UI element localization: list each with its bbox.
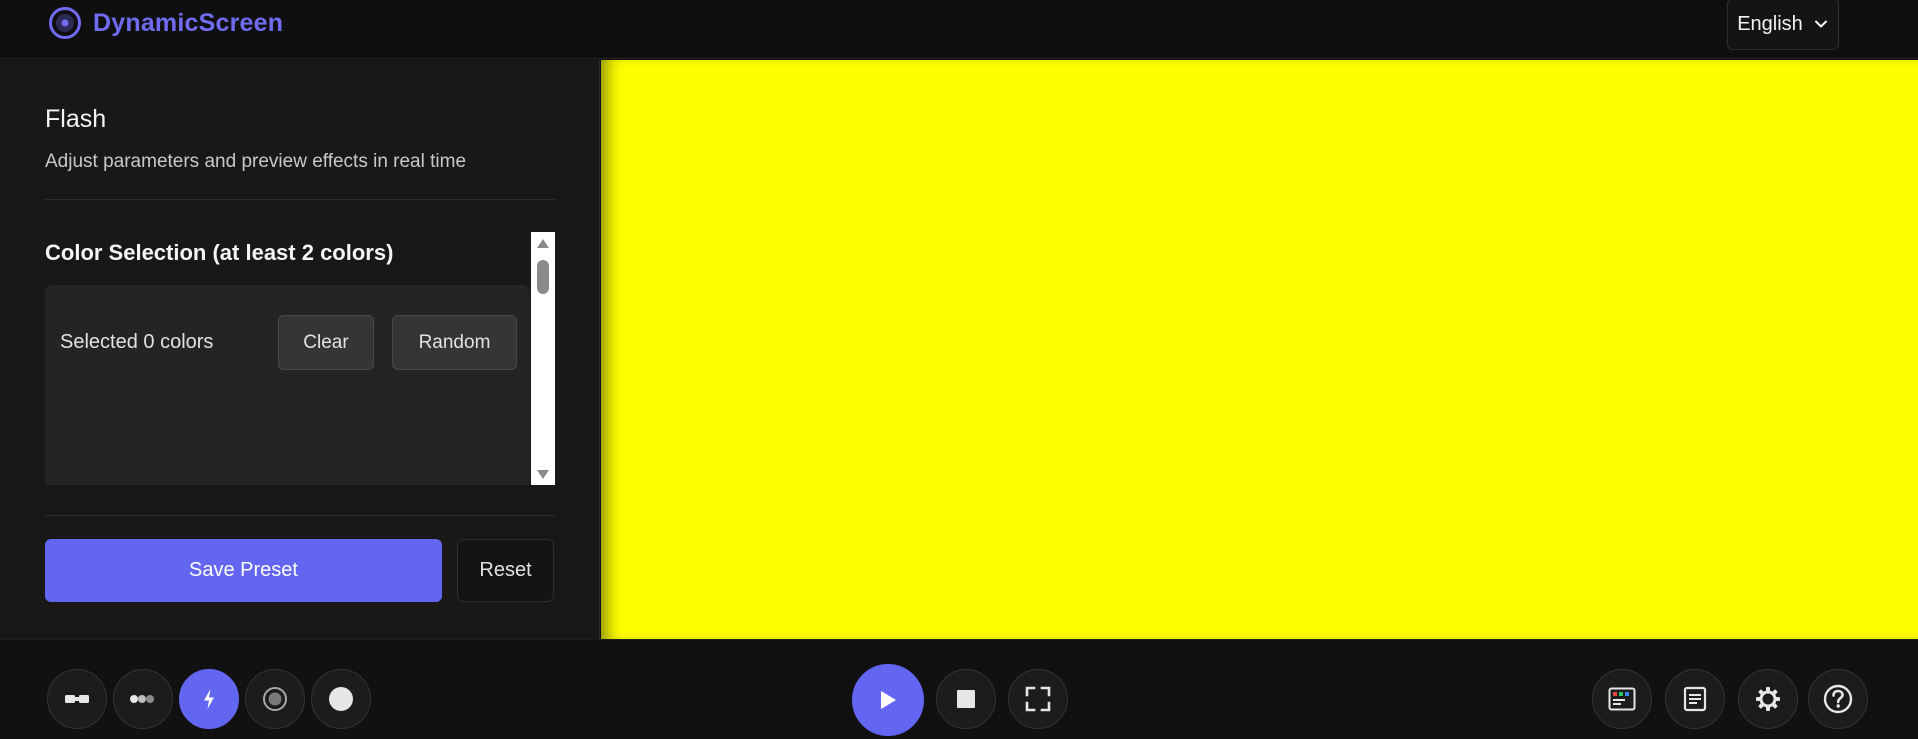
settings-panel: Flash Adjust parameters and preview effe… [0,60,600,639]
section-title: Color Selection (at least 2 colors) [45,240,394,265]
fullscreen-icon [1025,686,1051,712]
panel-title: Flash [45,105,107,133]
app-window: DynamicScreen English Flash Adjust param… [0,0,1918,739]
logo-icon [49,7,81,39]
preview-area[interactable] [601,60,1918,639]
palette-window-icon [1608,687,1636,711]
random-button[interactable]: Random [392,315,517,370]
flash-icon [204,689,214,709]
bottom-toolbar [0,639,1918,739]
language-select[interactable]: English [1727,0,1839,50]
header: DynamicScreen English [0,0,1918,59]
play-button[interactable] [852,664,924,736]
save-preset-button[interactable]: Save Preset [45,539,442,602]
color-selection-box: Selected 0 colors Clear Random [45,285,530,485]
scroll-thumb[interactable] [537,260,549,294]
play-icon [881,691,896,709]
divider [45,199,555,200]
selected-count: Selected 0 colors [60,331,214,353]
circle-icon [329,687,353,711]
mode-circle-button[interactable] [311,669,371,729]
chevron-down-icon [1814,20,1827,28]
brand[interactable]: DynamicScreen [48,6,283,40]
mode-blocks-button[interactable] [47,669,107,729]
help-button[interactable] [1808,669,1868,729]
scroll-down-icon[interactable] [537,470,549,479]
gear-icon [1756,687,1780,711]
settings-button[interactable] [1738,669,1798,729]
stop-button[interactable] [936,669,996,729]
ring-icon [263,687,287,711]
mode-ring-button[interactable] [245,669,305,729]
scroll-up-icon[interactable] [537,239,549,248]
mode-dots-button[interactable] [113,669,173,729]
divider [45,515,555,516]
help-icon [1823,684,1853,714]
clear-button[interactable]: Clear [278,315,374,370]
mode-flash-button[interactable] [179,669,239,729]
dots-icon [130,695,154,703]
fullscreen-button[interactable] [1008,669,1068,729]
blocks-icon [65,695,89,703]
document-icon [1683,686,1707,712]
language-label: English [1737,12,1803,35]
reset-button[interactable]: Reset [457,539,554,602]
notes-button[interactable] [1665,669,1725,729]
brand-name: DynamicScreen [93,8,284,37]
color-selection-section[interactable]: Color Selection (at least 2 colors) Sele… [45,232,555,485]
presets-button[interactable] [1592,669,1652,729]
panel-subtitle: Adjust parameters and preview effects in… [45,151,467,172]
scrollbar[interactable] [531,232,555,485]
stop-icon [957,690,975,708]
